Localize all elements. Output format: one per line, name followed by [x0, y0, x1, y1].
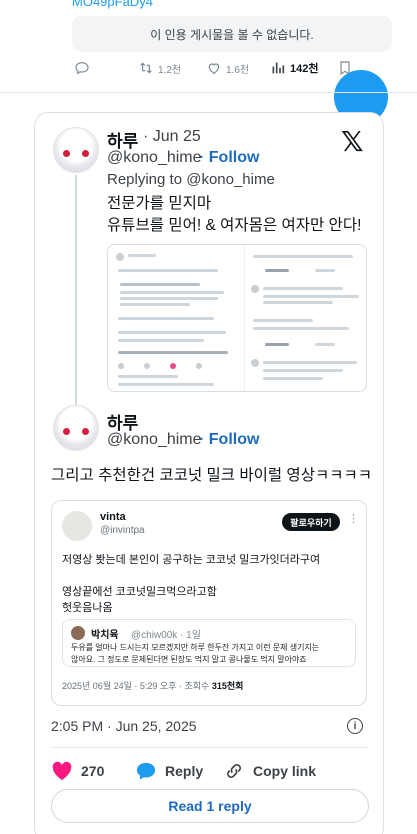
more-icon[interactable]: ⋮ — [348, 512, 359, 525]
nested-text-line1: 두유를 얼마나 드시는지 모르겠지만 하루 한두잔 가지고 이런 문제 생기지는 — [71, 643, 320, 652]
tweet-date[interactable]: · Jun 25 — [143, 128, 201, 146]
like-button[interactable]: 270 — [51, 761, 104, 781]
quoted-view-count: 315천회 — [211, 681, 244, 691]
follow-link[interactable]: · Follow — [199, 431, 259, 449]
quoted-author-handle[interactable]: @invintpa — [100, 525, 145, 536]
read-replies-button[interactable]: Read 1 reply — [51, 789, 369, 823]
like-count: 1.6천 — [226, 64, 250, 76]
attached-screenshot-image[interactable] — [107, 244, 367, 392]
quoted-tweet[interactable]: vinta @invintpa 팔로우하기 ⋮ 저영상 봣는데 본인이 공구하는… — [51, 500, 367, 706]
like-count: 270 — [81, 763, 105, 779]
view-count: 142천 — [290, 63, 319, 75]
heart-icon — [208, 63, 220, 75]
follow-button[interactable]: 팔로우하기 — [282, 513, 340, 531]
info-icon[interactable]: i — [347, 718, 363, 734]
avatar[interactable] — [53, 405, 99, 451]
avatar[interactable] — [71, 626, 85, 640]
tweet-text-line1: 전문가를 믿지마 — [107, 195, 212, 212]
retweet-icon — [140, 62, 152, 74]
link-icon — [227, 764, 241, 778]
follow-link[interactable]: · Follow — [199, 149, 259, 167]
reply-label: Reply — [165, 763, 204, 779]
nested-author-handle[interactable]: @chiw00k · 1일 — [131, 626, 201, 641]
retweet-action[interactable]: 1.2천 — [138, 60, 181, 76]
copy-link-button[interactable]: Copy link — [223, 761, 316, 781]
copy-link-label: Copy link — [253, 763, 317, 779]
heart-icon — [52, 761, 72, 781]
card-divider — [51, 747, 369, 748]
nested-text-line2: 않아요. 그 정도로 문제된다면 된장도 먹지 말고 콩나물도 먹지 말아야죠 — [71, 655, 307, 664]
quoted-date: 2025년 06월 24일 · 5:29 오후 · 조회수 315천회 — [62, 681, 244, 691]
quoted-text-line2: 영상끝에선 코코넛밀크먹으라고함 — [62, 586, 217, 598]
x-logo-icon[interactable]: 𝕏 — [341, 125, 364, 158]
quoted-author-name[interactable]: vinta — [100, 511, 126, 523]
tweet-text-line2: 유튜브를 믿어! & 여자몸은 여자만 안다! — [107, 217, 362, 234]
retweet-count: 1.2천 — [158, 64, 182, 76]
reply-action[interactable] — [74, 60, 90, 76]
timeline-divider — [0, 92, 417, 93]
replying-to[interactable]: Replying to @kono_hime — [107, 171, 275, 188]
avatar[interactable] — [53, 127, 99, 173]
views-action[interactable]: 142천 — [270, 60, 318, 76]
reply-bubble-icon — [136, 762, 156, 780]
previous-tweet-handle[interactable]: MO49pFaDy4 — [72, 0, 153, 9]
quoted-text-line1: 저영상 봣는데 본인이 공구하는 코코넛 밀크가잇더라구여 — [62, 554, 321, 566]
analytics-icon — [272, 62, 285, 74]
tweet-timestamp[interactable]: 2:05 PM · Jun 25, 2025 — [51, 718, 197, 734]
reply-button[interactable]: Reply — [135, 761, 203, 781]
like-action[interactable]: 1.6천 — [206, 60, 249, 76]
screenshot-left-pane — [114, 251, 234, 387]
tweet-text: 그리고 추천한건 코코넛 밀크 바이럴 영상ㅋㅋㅋㅋ — [51, 467, 372, 484]
comment-icon — [75, 62, 89, 75]
author-handle[interactable]: @kono_hime — [107, 149, 202, 167]
nested-quoted-tweet[interactable]: 박치육 @chiw00k · 1일 두유를 얼마나 드시는지 모르겠지만 하루 … — [62, 619, 356, 667]
author-handle[interactable]: @kono_hime — [107, 431, 202, 449]
embedded-tweet-card[interactable]: 하루 · Jun 25 @kono_hime · Follow 𝕏 Replyi… — [34, 112, 384, 834]
nested-author-name[interactable]: 박치육 — [91, 626, 119, 641]
unavailable-quote-notice: 이 인용 게시물을 볼 수 없습니다. — [72, 16, 392, 52]
screenshot-right-pane — [244, 245, 366, 391]
avatar[interactable] — [62, 511, 92, 541]
thread-line — [75, 175, 77, 405]
quoted-text-line3: 헛웃음나옴 — [62, 602, 113, 614]
